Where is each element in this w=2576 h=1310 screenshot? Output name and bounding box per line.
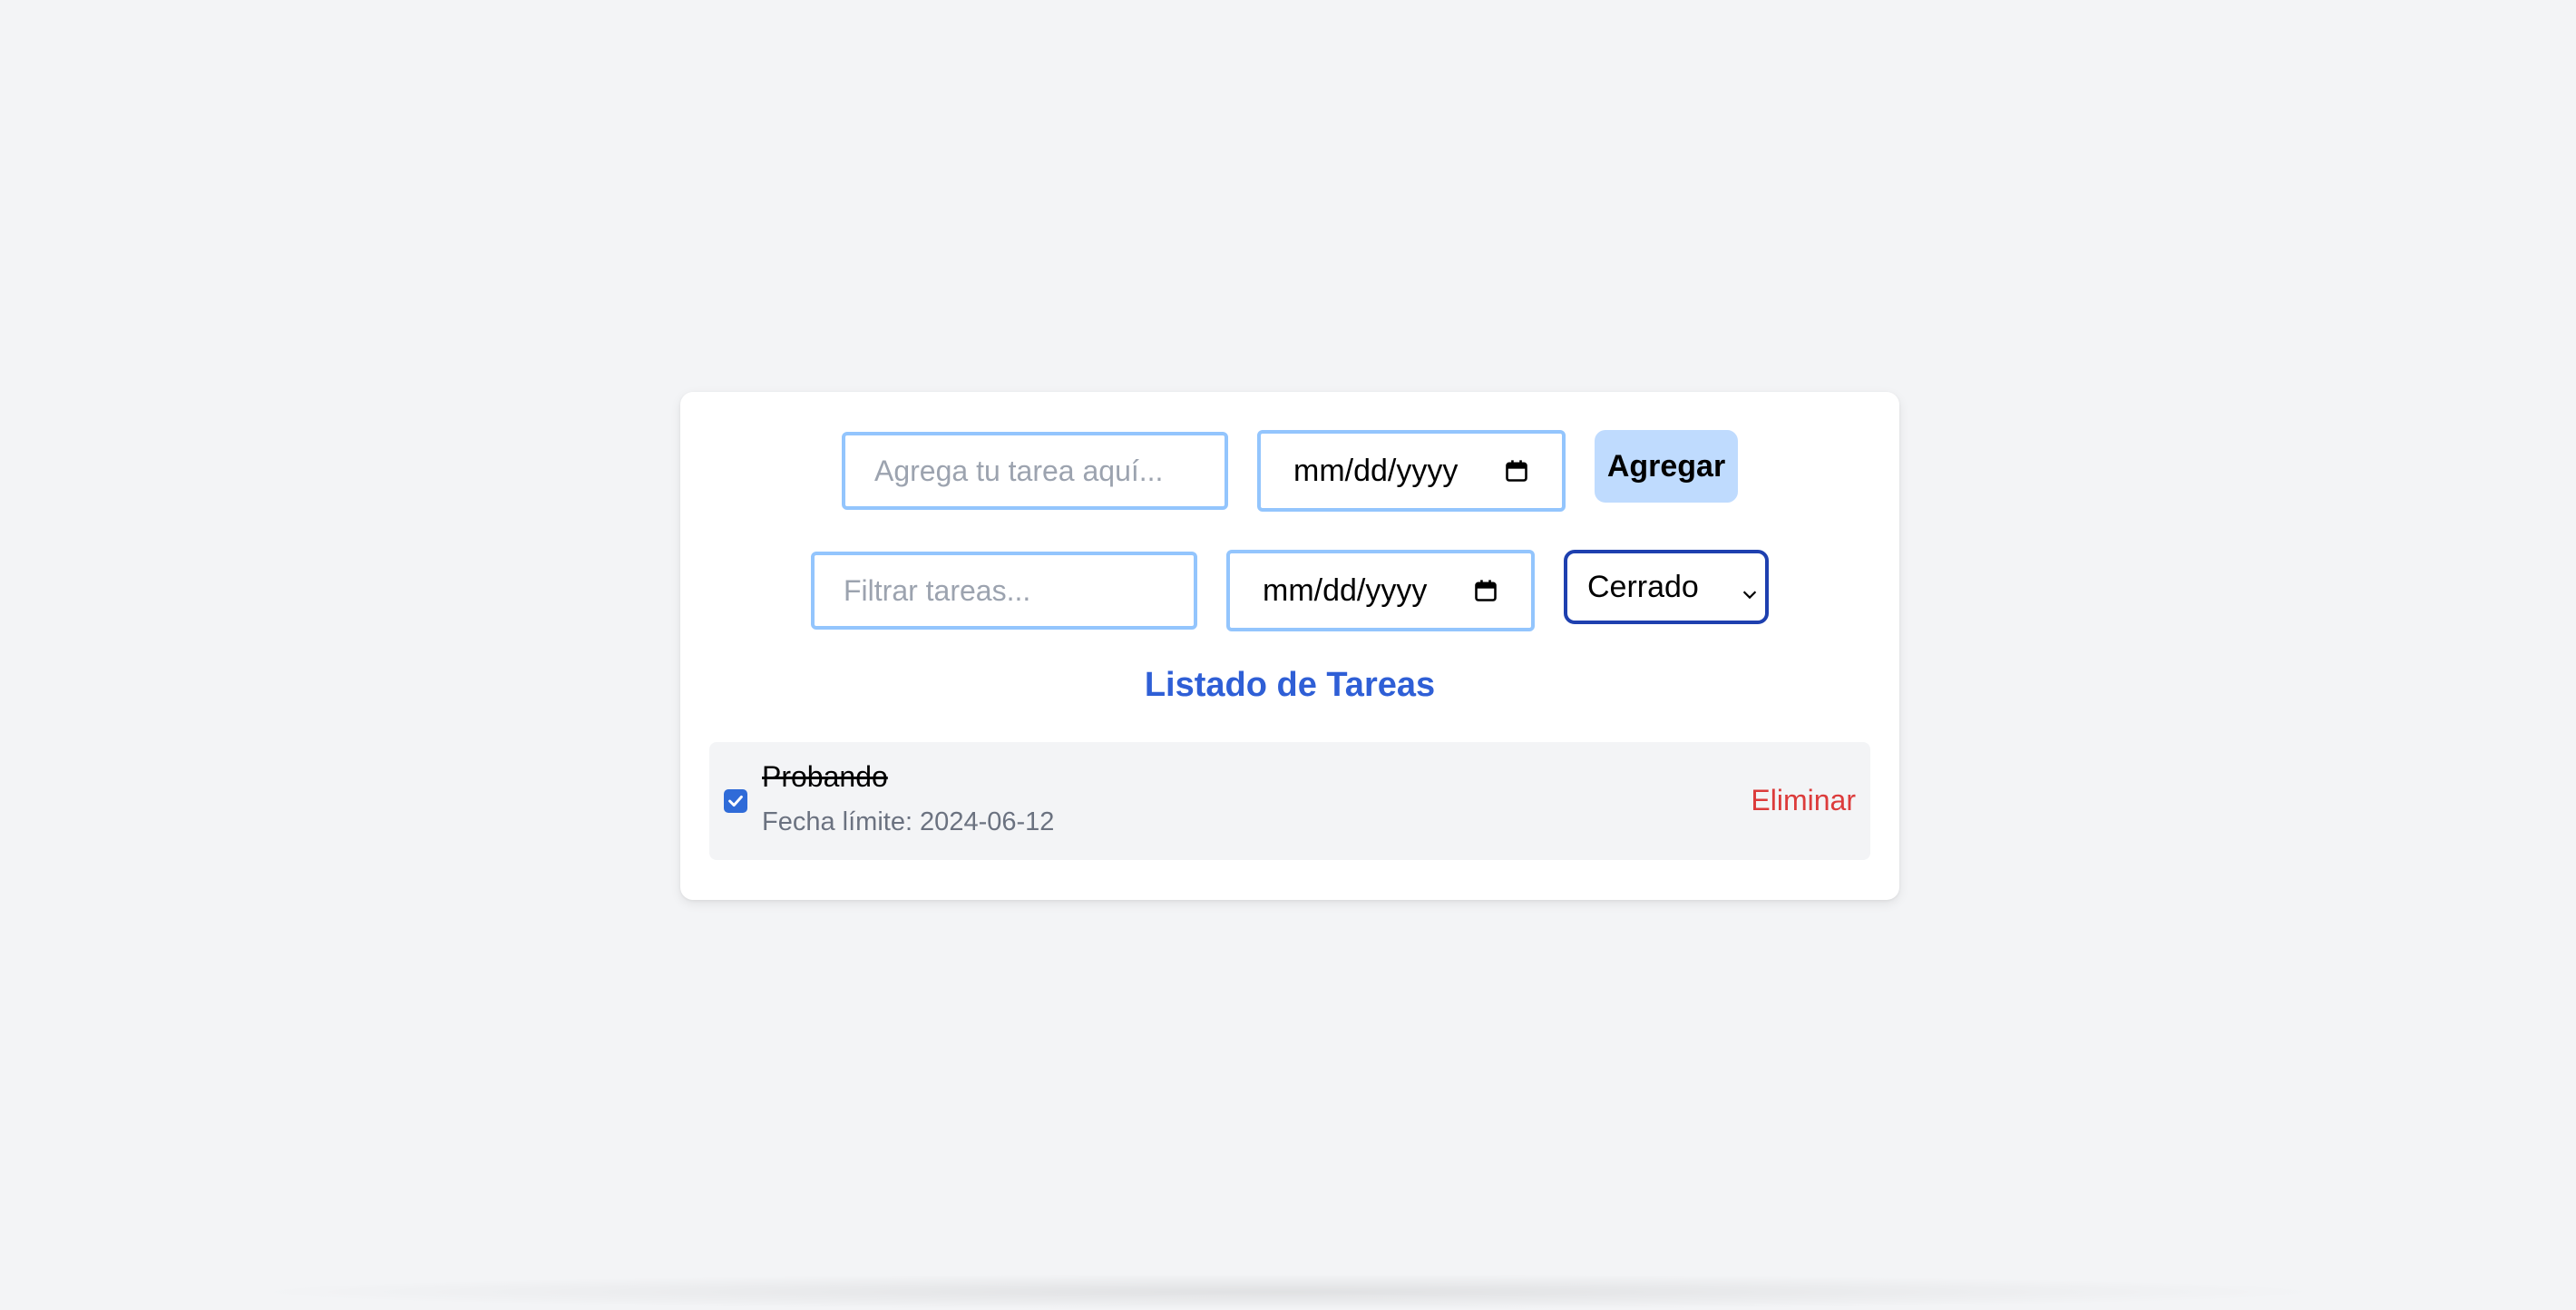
calendar-icon[interactable]: [1473, 578, 1498, 603]
filter-input[interactable]: [811, 552, 1197, 630]
add-button[interactable]: Agregar: [1595, 430, 1738, 503]
list-item: Probando Fecha límite: 2024-06-12 Elimin…: [709, 742, 1870, 860]
page-shadow: [236, 1274, 2340, 1310]
list-title: Listado de Tareas: [1144, 666, 1436, 704]
status-select[interactable]: Cerrado: [1564, 550, 1769, 624]
task-due-date: Fecha límite: 2024-06-12: [762, 807, 1055, 836]
chevron-down-icon: [1740, 577, 1760, 600]
calendar-icon[interactable]: [1504, 458, 1529, 484]
todo-card: mm/dd/yyyy Agregar mm/dd/yyyy Cerrado Li…: [680, 392, 1899, 900]
due-date-input[interactable]: mm/dd/yyyy: [1257, 430, 1566, 512]
task-input[interactable]: [842, 432, 1228, 510]
status-selected-value: Cerrado: [1587, 569, 1699, 604]
filter-date-placeholder: mm/dd/yyyy: [1263, 572, 1428, 608]
task-name: Probando: [762, 760, 888, 793]
check-icon: [728, 795, 743, 807]
due-date-placeholder: mm/dd/yyyy: [1293, 453, 1459, 488]
filter-date-input[interactable]: mm/dd/yyyy: [1226, 550, 1535, 631]
delete-button[interactable]: Eliminar: [1751, 784, 1856, 817]
task-checkbox[interactable]: [724, 789, 747, 813]
